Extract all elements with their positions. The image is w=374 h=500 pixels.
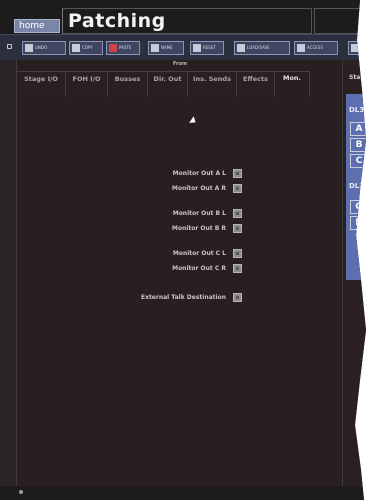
monitor-out-label: Monitor Out B L [172,209,226,217]
patch-select-icon[interactable] [233,292,242,302]
paste-icon [109,44,117,52]
toolbar-button-label: NAME [161,45,173,50]
external-talk-label: External Talk Destination [140,293,226,301]
toolbar: UNDO COPY PASTE NAME RESET LOAD/SAVE ACC… [0,34,366,60]
monitor-out-b-r-row: Monitor Out B R [172,223,242,233]
monitor-out-label: Monitor Out A L [172,169,226,177]
source-tabs: Stage I/O FOH I/O Busses Dir. Out Ins. S… [17,71,310,97]
toolbar-overflow-button[interactable] [348,41,366,55]
toolbar-button-label: PASTE [119,45,132,50]
name-button[interactable]: NAME [148,41,184,55]
overflow-icon [351,44,359,52]
tab-foh-io[interactable]: FOH I/O [66,71,108,97]
home-tab[interactable]: home [14,19,60,33]
undo-button[interactable]: UNDO [22,41,66,55]
dl-button-g[interactable]: G [350,200,366,214]
dl-button-h[interactable]: H [350,216,366,230]
monitor-out-c-l-row: Monitor Out C L [173,248,242,258]
status-dot-icon [19,490,23,494]
title-frame-right [314,8,366,34]
patch-select-icon[interactable] [233,223,242,233]
tab-ins-sends[interactable]: Ins. Sends [188,71,237,97]
dl-group-header: DL3 [349,106,365,114]
monitor-out-label: Monitor Out A R [171,184,226,192]
toolbar-button-label: ACCESS [307,45,323,50]
tab-busses[interactable]: Busses [108,71,148,97]
patch-select-icon[interactable] [233,168,242,178]
load-icon [237,44,245,52]
copy-button[interactable]: COPY [69,41,103,55]
monitor-out-a-l-row: Monitor Out A L [173,168,242,178]
dl-button-c[interactable]: C [350,154,366,168]
patching-main-panel: From Stage I/O FOH I/O Busses Dir. Out I… [16,60,342,486]
dl-button-a[interactable]: A [350,122,366,136]
toolbar-button-label: LOAD/SAVE [247,45,270,50]
toolbar-button-label: COPY [82,45,93,50]
reset-button[interactable]: RESET [190,41,224,55]
title-bar: home Patching [0,0,366,34]
dl-button-b[interactable]: B [350,138,366,152]
name-icon [151,44,159,52]
from-label: From [172,61,188,67]
toolbar-button-label: UNDO [35,45,48,50]
patch-select-icon[interactable] [233,248,242,258]
patch-select-icon[interactable] [233,208,242,218]
tab-dir-out[interactable]: Dir. Out [148,71,188,97]
tab-stage-io[interactable]: Stage I/O [17,71,66,97]
reset-icon [193,44,201,52]
tab-monitor[interactable]: Mon. [275,71,310,97]
stage-label: Stage [349,74,369,81]
toolbar-button-label: RESET [203,45,216,50]
monitor-out-label: Monitor Out C R [172,264,226,272]
monitor-out-a-r-row: Monitor Out A R [172,183,242,193]
access-button[interactable]: ACCESS [294,41,338,55]
monitor-out-label: Monitor Out C L [172,249,226,257]
load-save-button[interactable]: LOAD/SAVE [234,41,290,55]
destination-panel: Stage DL3 A B C DL3 G H [342,60,369,486]
copy-icon [72,44,80,52]
paste-button[interactable]: PASTE [106,41,140,55]
monitor-out-label: Monitor Out B R [171,224,226,232]
dl-group-header: DL3 [349,182,365,190]
page-title: Patching [68,10,166,32]
store-icon [297,44,305,52]
status-bar [0,486,366,500]
lock-icon[interactable] [7,44,12,49]
monitor-out-c-r-row: Monitor Out C R [172,263,242,273]
undo-icon [25,44,33,52]
monitor-out-b-l-row: Monitor Out B L [173,208,242,218]
patching-screen: home Patching UNDO COPY PASTE NAME RESET… [0,0,369,500]
patch-select-icon[interactable] [233,263,242,273]
tab-effects[interactable]: Effects [237,71,275,97]
patch-select-icon[interactable] [233,183,242,193]
external-talk-row: External Talk Destination [141,292,242,302]
